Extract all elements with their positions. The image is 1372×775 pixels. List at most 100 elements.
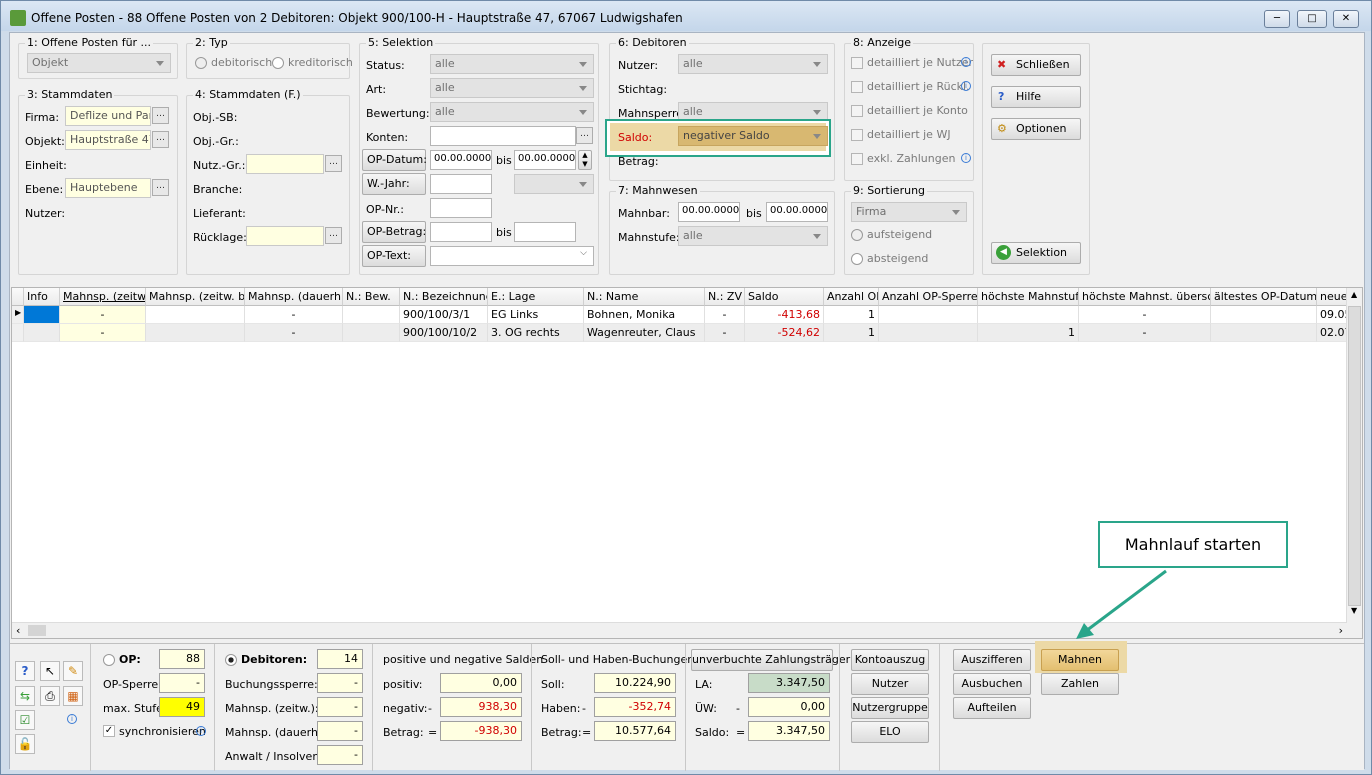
grid-cell[interactable]: - — [705, 306, 745, 324]
grid-cell[interactable] — [24, 306, 60, 324]
mahnbar-to-input[interactable]: 00.00.0000 — [766, 202, 828, 222]
scroll-right-icon[interactable]: › — [1339, 624, 1343, 637]
exkl-zahlungen-checkbox[interactable] — [851, 153, 863, 165]
debitorisch-radio[interactable] — [195, 57, 207, 69]
op-betrag-from-input[interactable] — [430, 222, 492, 242]
nutz-gr-input[interactable] — [246, 154, 324, 174]
op-datum-from-input[interactable]: 00.00.0000 — [430, 150, 492, 170]
help-icon[interactable]: ? — [15, 661, 35, 681]
ausbuchen-button[interactable]: Ausbuchen — [953, 673, 1031, 695]
detail-konto-checkbox[interactable] — [851, 105, 863, 117]
zahlen-button[interactable]: Zahlen — [1041, 673, 1119, 695]
scroll-down-icon[interactable]: ▼ — [1351, 606, 1357, 615]
aufsteigend-radio[interactable] — [851, 229, 863, 241]
print-icon[interactable]: ⎙ — [40, 686, 60, 706]
grid-cell[interactable]: - — [245, 324, 343, 342]
status-select[interactable]: alle — [430, 54, 594, 74]
elo-button[interactable]: ELO — [851, 721, 929, 743]
mahnstufe-select[interactable]: alle — [678, 226, 828, 246]
grid-cell[interactable]: -524,62 — [745, 324, 824, 342]
scroll-left-icon[interactable]: ‹ — [16, 624, 20, 637]
grid-cell[interactable] — [1211, 306, 1317, 324]
column-header[interactable]: Anzahl OP-Sperren — [879, 288, 978, 306]
column-header[interactable]: Mahnsp. (dauerh.) — [245, 288, 343, 306]
grid-cell[interactable]: 3. OG rechts — [488, 324, 584, 342]
info-icon[interactable]: i — [961, 57, 971, 67]
grid-cell[interactable]: - — [1079, 306, 1211, 324]
grid-cell[interactable]: 900/100/3/1 — [400, 306, 488, 324]
art-select[interactable]: alle — [430, 78, 594, 98]
firma-browse-button[interactable]: … — [152, 107, 169, 124]
hscroll-thumb[interactable] — [28, 625, 46, 636]
grid-cell[interactable] — [879, 306, 978, 324]
column-header[interactable]: höchste Mahnstufe — [978, 288, 1079, 306]
op-betrag-button[interactable]: OP-Betrag: — [362, 221, 426, 243]
grid-cell[interactable]: 1 — [824, 306, 879, 324]
mahnbar-from-input[interactable]: 00.00.0000 — [678, 202, 740, 222]
pointer-icon[interactable]: ↖ — [40, 661, 60, 681]
konten-input[interactable] — [430, 126, 576, 146]
detail-rueckl-checkbox[interactable] — [851, 81, 863, 93]
grid-cell[interactable]: 1 — [824, 324, 879, 342]
op-for-select[interactable]: Objekt — [27, 53, 171, 73]
grid-icon[interactable]: ▦ — [63, 686, 83, 706]
schliessen-button[interactable]: ✖ Schließen — [991, 54, 1081, 76]
grid-cell[interactable] — [24, 324, 60, 342]
grid-cell[interactable]: Wagenreuter, Claus — [584, 324, 705, 342]
column-header[interactable]: E.: Lage — [488, 288, 584, 306]
grid-cell[interactable] — [146, 306, 245, 324]
vertical-scrollbar[interactable]: ▲ ▼ — [1346, 288, 1362, 638]
kontoauszug-button[interactable]: Kontoauszug — [851, 649, 929, 671]
op-datum-to-input[interactable]: 00.00.0000 — [514, 150, 576, 170]
nutzer-button[interactable]: Nutzer — [851, 673, 929, 695]
column-header[interactable]: N.: Name — [584, 288, 705, 306]
aufteilen-button[interactable]: Aufteilen — [953, 697, 1031, 719]
nutzergruppe-button[interactable]: Nutzergruppe — [851, 697, 929, 719]
row-selector[interactable] — [12, 324, 24, 342]
ruecklage-input[interactable] — [246, 226, 324, 246]
op-text-select[interactable]: ⌵ — [430, 246, 594, 266]
w-jahr-input[interactable] — [430, 174, 492, 194]
firma-input[interactable]: Deflize und Partr — [65, 106, 151, 126]
detail-nutzer-checkbox[interactable] — [851, 57, 863, 69]
sort-select[interactable]: Firma — [851, 202, 967, 222]
grid-cell[interactable] — [1211, 324, 1317, 342]
column-header[interactable]: N.: Bew. — [343, 288, 400, 306]
row-selector[interactable]: ▶ — [12, 306, 24, 324]
nutzer-select[interactable]: alle — [678, 54, 828, 74]
w-jahr-button[interactable]: W.-Jahr: — [362, 173, 426, 195]
grid-cell[interactable]: -413,68 — [745, 306, 824, 324]
grid-cell[interactable] — [343, 306, 400, 324]
column-header[interactable]: ältestes OP-Datum — [1211, 288, 1317, 306]
date-spin-button[interactable]: ▲ ▼ — [578, 150, 592, 170]
auszifferen-button[interactable]: Auszifferen — [953, 649, 1031, 671]
unverbuchte-zahlungstraeger-button[interactable]: unverbuchte Zahlungsträger — [691, 649, 850, 671]
grid-cell[interactable]: - — [60, 324, 146, 342]
column-header[interactable]: Info — [24, 288, 60, 306]
ebene-input[interactable]: Hauptebene — [65, 178, 151, 198]
column-header[interactable]: Saldo — [745, 288, 824, 306]
column-header[interactable]: Anzahl OP — [824, 288, 879, 306]
hilfe-button[interactable]: ? Hilfe — [991, 86, 1081, 108]
bewertung-select[interactable]: alle — [430, 102, 594, 122]
scroll-up-icon[interactable]: ▲ — [1351, 290, 1357, 299]
refresh-icon[interactable]: ⇆ — [15, 686, 35, 706]
grid-cell[interactable] — [146, 324, 245, 342]
column-header[interactable]: N.: ZV — [705, 288, 745, 306]
ebene-browse-button[interactable]: … — [152, 179, 169, 196]
objekt-browse-button[interactable]: … — [152, 131, 169, 148]
info-icon[interactable]: i — [961, 81, 971, 91]
saldo-select[interactable]: negativer Saldo — [678, 126, 828, 146]
checkbox-icon[interactable]: ☑ — [15, 710, 35, 730]
grid-cell[interactable]: EG Links — [488, 306, 584, 324]
column-header[interactable]: Mahnsp. (zeitw.) — [60, 288, 146, 306]
maximize-button[interactable]: □ — [1297, 10, 1327, 28]
info-icon[interactable]: i — [196, 726, 206, 736]
w-jahr-select[interactable] — [514, 174, 594, 194]
optionen-button[interactable]: ⚙ Optionen — [991, 118, 1081, 140]
close-window-button[interactable]: ✕ — [1333, 10, 1359, 28]
grid-cell[interactable] — [978, 306, 1079, 324]
grid-cell[interactable] — [343, 324, 400, 342]
column-header[interactable]: Mahnsp. (zeitw. bis) — [146, 288, 245, 306]
selektion-button[interactable]: ◀ Selektion — [991, 242, 1081, 264]
